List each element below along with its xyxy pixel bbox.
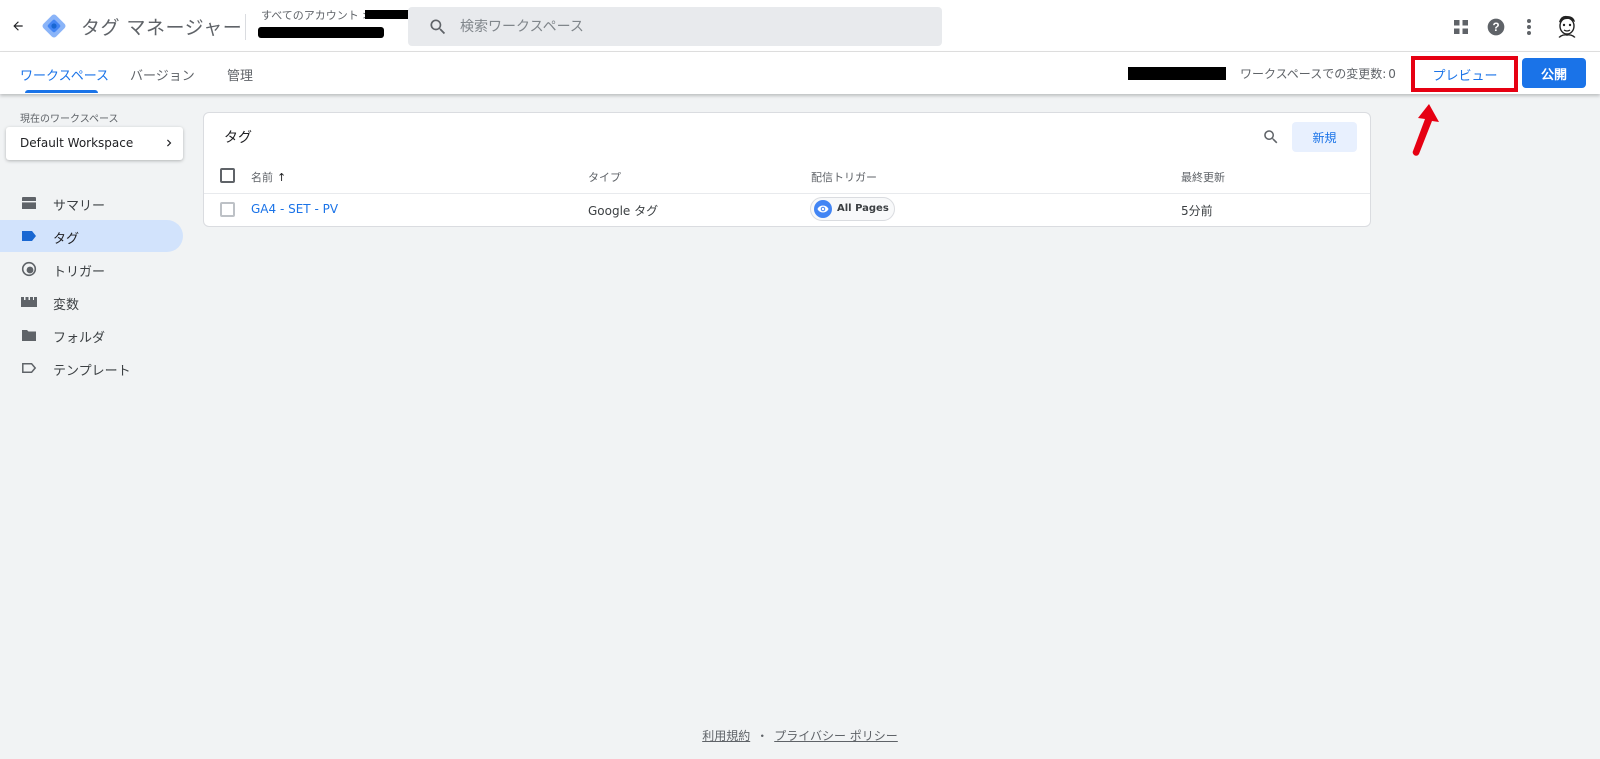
- gtm-logo-icon[interactable]: [40, 12, 68, 40]
- search-input[interactable]: [460, 7, 930, 46]
- column-header-trigger[interactable]: 配信トリガー: [811, 169, 877, 185]
- chevron-right-icon: [167, 139, 172, 147]
- more-vert-icon[interactable]: [1517, 15, 1541, 39]
- last-updated: 5分前: [1181, 204, 1213, 218]
- table-divider: [204, 193, 1370, 194]
- terms-link[interactable]: 利用規約: [702, 729, 750, 743]
- sidebar-item-label: 変数: [53, 298, 80, 313]
- tag-icon: [20, 228, 38, 244]
- account-breadcrumb[interactable]: すべてのアカウント >: [261, 7, 372, 23]
- svg-text:?: ?: [1492, 21, 1499, 34]
- workspace-search[interactable]: [408, 7, 942, 46]
- app-title: タグ マネージャー: [81, 17, 243, 39]
- footer-separator: ・: [756, 729, 769, 743]
- apps-grid-icon[interactable]: [1449, 15, 1473, 39]
- column-header-type[interactable]: タイプ: [588, 169, 621, 185]
- active-tab-indicator: [25, 90, 98, 93]
- sidebar-item-templates[interactable]: テンプレート: [0, 352, 183, 384]
- select-all-checkbox[interactable]: [220, 168, 235, 183]
- search-icon: [428, 17, 448, 37]
- sidebar-item-summary[interactable]: サマリー: [0, 187, 183, 219]
- sidebar-item-label: フォルダ: [53, 331, 106, 346]
- folder-icon: [20, 327, 38, 343]
- tag-type: Google タグ: [588, 204, 659, 218]
- sidebar-item-label: テンプレート: [53, 364, 131, 379]
- workspace-changes-count: ワークスペースでの変更数: 0: [1238, 65, 1396, 82]
- card-title: タグ: [224, 130, 252, 146]
- summary-icon: [20, 195, 38, 211]
- eye-icon: [814, 200, 832, 218]
- sidebar-item-label: トリガー: [53, 265, 106, 280]
- sidebar-item-label: タグ: [53, 232, 80, 247]
- changes-count: 0: [1388, 67, 1396, 81]
- trigger-chip[interactable]: All Pages: [810, 197, 895, 221]
- column-header-label: 名前: [251, 171, 273, 184]
- sidebar-item-folders[interactable]: フォルダ: [0, 319, 183, 351]
- footer: 利用規約・プライバシー ポリシー: [0, 727, 1600, 744]
- back-arrow-icon[interactable]: [6, 14, 30, 38]
- new-tag-button[interactable]: 新規: [1292, 122, 1357, 152]
- redacted-account-name: [365, 10, 409, 19]
- trigger-icon: [20, 261, 38, 277]
- top-app-bar: タグ マネージャー すべてのアカウント > ?: [0, 0, 1600, 52]
- sidebar-item-triggers[interactable]: トリガー: [0, 253, 183, 285]
- tab-workspace[interactable]: ワークスペース: [20, 65, 109, 84]
- redacted-workspace-info: [1128, 67, 1226, 80]
- sidebar-item-tags[interactable]: タグ: [0, 220, 183, 252]
- sidebar-item-label: サマリー: [53, 199, 106, 214]
- avatar[interactable]: [1553, 12, 1581, 40]
- redacted-container-name: [258, 27, 384, 38]
- template-icon: [20, 360, 38, 376]
- help-icon[interactable]: ?: [1484, 15, 1508, 39]
- privacy-link[interactable]: プライバシー ポリシー: [774, 729, 898, 743]
- tab-admin[interactable]: 管理: [227, 65, 253, 84]
- column-header-name[interactable]: 名前 ↑: [251, 169, 286, 185]
- annotation-arrow-icon: [1412, 104, 1439, 156]
- tag-name-link[interactable]: GA4 - SET - PV: [251, 202, 338, 216]
- row-checkbox[interactable]: [220, 202, 235, 217]
- table-search-icon[interactable]: [1259, 125, 1283, 149]
- changes-label: ワークスペースでの変更数:: [1240, 67, 1387, 81]
- workspace-selector[interactable]: Default Workspace: [6, 127, 183, 160]
- current-workspace-label: 現在のワークスペース: [20, 114, 119, 125]
- publish-button[interactable]: 公開: [1522, 58, 1586, 88]
- preview-button[interactable]: プレビュー: [1416, 61, 1514, 88]
- header-divider: [245, 14, 246, 40]
- tags-card: タグ 新規 名前 ↑ タイプ 配信トリガー 最終更新 GA4 - SET - PV…: [203, 112, 1371, 227]
- variables-icon: [20, 294, 38, 310]
- workspace-name: Default Workspace: [20, 136, 134, 150]
- column-header-updated[interactable]: 最終更新: [1181, 169, 1225, 185]
- trigger-label: All Pages: [837, 203, 889, 214]
- sidebar-item-variables[interactable]: 変数: [0, 286, 183, 318]
- sort-ascending-icon: ↑: [277, 171, 287, 184]
- tab-versions[interactable]: バージョン: [130, 65, 195, 84]
